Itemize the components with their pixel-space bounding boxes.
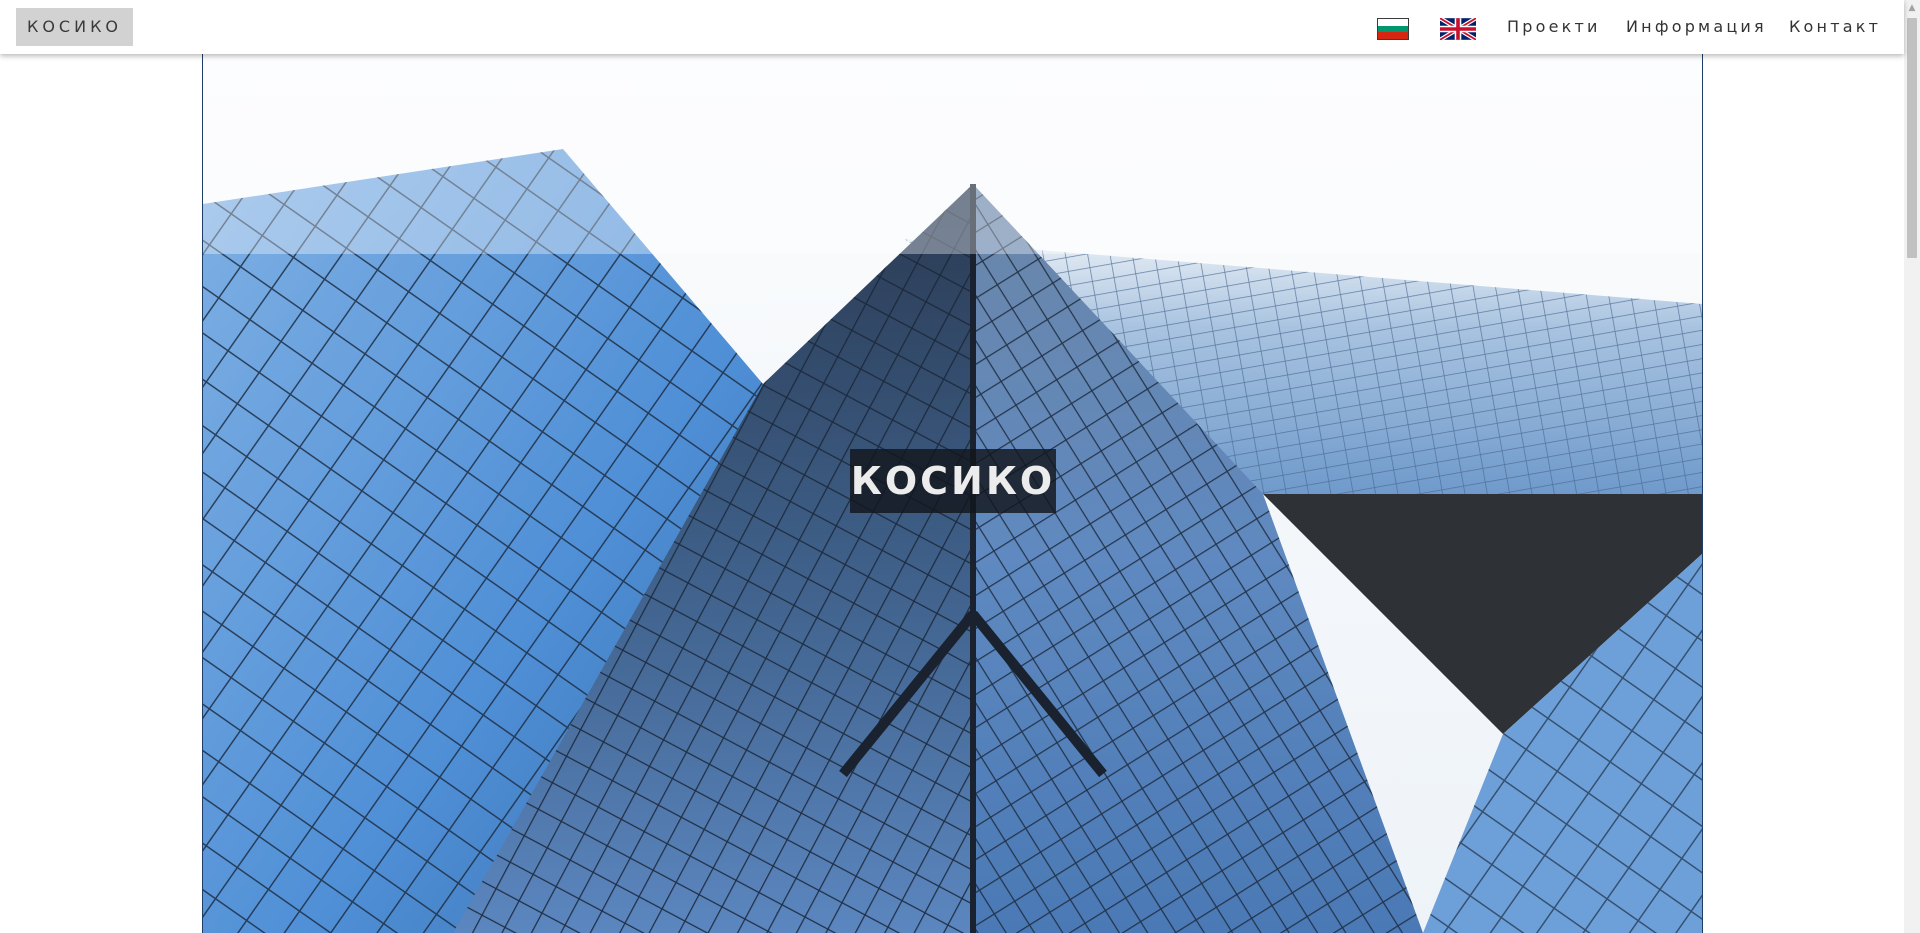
page-scrollbar[interactable]: ▲ (1904, 0, 1920, 933)
scrollbar-thumb[interactable] (1907, 18, 1917, 258)
nav-link-contact[interactable]: Контакт (1789, 16, 1881, 38)
scroll-up-arrow-icon[interactable]: ▲ (1904, 0, 1920, 16)
uk-flag-icon[interactable] (1440, 18, 1476, 40)
brand-home-button[interactable]: КОСИКО (16, 8, 133, 46)
nav-link-info[interactable]: Информация (1626, 16, 1767, 38)
bulgarian-flag-icon[interactable] (1377, 18, 1409, 40)
hero-image: КОСИКО (202, 54, 1703, 933)
nav-link-projects[interactable]: Проекти (1507, 16, 1601, 38)
hero-title: КОСИКО (850, 449, 1056, 513)
page: КОСИКО Проекти Информация Контакт КОСИКО… (0, 0, 1920, 933)
top-navbar: КОСИКО Проекти Информация Контакт (0, 0, 1904, 54)
